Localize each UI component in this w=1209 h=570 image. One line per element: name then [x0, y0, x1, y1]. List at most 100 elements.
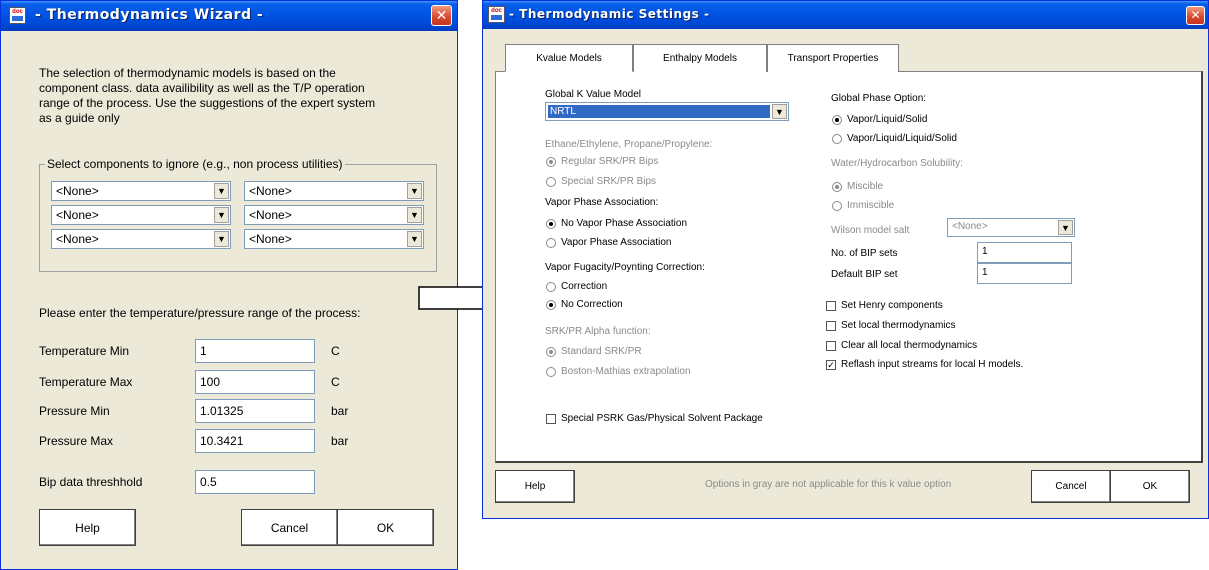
chevron-down-icon[interactable]: ▼ — [214, 231, 229, 247]
psrk-checkbox[interactable] — [546, 414, 556, 424]
ignore-combo-2[interactable]: <None> ▼ — [244, 181, 424, 201]
footer-note: Options in gray are not applicable for t… — [705, 479, 952, 490]
help-button[interactable]: Help — [39, 509, 136, 546]
pressure-min-unit: bar — [331, 404, 349, 418]
ignore-combo-5[interactable]: <None> ▼ — [51, 229, 231, 249]
temp-max-field[interactable]: 100 — [195, 370, 315, 394]
ignore-combo-4[interactable]: <None> ▼ — [244, 205, 424, 225]
global-k-combo[interactable]: NRTL ▼ — [545, 102, 789, 121]
chevron-down-icon[interactable]: ▼ — [214, 207, 229, 223]
temp-min-label: Temperature Min — [39, 344, 130, 358]
radio-boston-mathias[interactable] — [546, 367, 556, 377]
radio-regular-srk-pr-bips[interactable] — [546, 157, 556, 167]
tab-transport-properties[interactable]: Transport Properties — [767, 44, 899, 72]
close-icon[interactable]: ✕ — [431, 5, 452, 26]
boston-mathias-label: Boston-Mathias extrapolation — [561, 366, 691, 377]
ignore-combo-1[interactable]: <None> ▼ — [51, 181, 231, 201]
special-srk-pr-bips-label: Special SRK/PR Bips — [561, 176, 657, 187]
temp-max-label: Temperature Max — [39, 375, 133, 389]
correction-label: Correction — [561, 281, 608, 292]
settings-title: - Thermodynamic Settings - — [509, 7, 710, 21]
no-correction-label: No Correction — [561, 299, 623, 310]
intro-line-1: The selection of thermodynamic models is… — [39, 66, 336, 80]
miscible-label: Miscible — [847, 181, 884, 192]
vls-label: Vapor/Liquid/Solid — [847, 114, 928, 125]
wizard-title: - Thermodynamics Wizard - — [35, 7, 264, 23]
reflash-checkbox[interactable]: ✓ — [826, 360, 836, 370]
radio-special-srk-pr-bips[interactable] — [546, 177, 556, 187]
alpha-label: SRK/PR Alpha function: — [545, 326, 651, 337]
radio-miscible[interactable] — [832, 182, 842, 192]
ignore-combo-3[interactable]: <None> ▼ — [51, 205, 231, 225]
radio-correction[interactable] — [546, 282, 556, 292]
ignore-group-label: Select components to ignore (e.g., non p… — [45, 157, 345, 171]
bip-threshold-field[interactable]: 0.5 — [195, 470, 315, 494]
chevron-down-icon[interactable]: ▼ — [1058, 220, 1073, 235]
clear-local-checkbox[interactable] — [826, 341, 836, 351]
immiscible-label: Immiscible — [847, 200, 895, 211]
bip-threshold-label: Bip data threshhold — [39, 475, 143, 489]
radio-no-correction[interactable] — [546, 300, 556, 310]
local-thermo-checkbox[interactable] — [826, 321, 836, 331]
radio-vapor-liquid-solid[interactable] — [832, 115, 842, 125]
app-icon: doc — [9, 7, 26, 24]
temp-max-unit: C — [331, 375, 340, 389]
whs-label: Water/Hydrocarbon Solubility: — [831, 158, 963, 169]
wizard-titlebar[interactable]: doc - Thermodynamics Wizard - ✕ — [1, 1, 457, 31]
ignore-combo-6[interactable]: <None> ▼ — [244, 229, 424, 249]
clear-local-label: Clear all local thermodynamics — [841, 340, 978, 351]
bip-sets-label: No. of BIP sets — [831, 248, 898, 259]
settings-help-button[interactable]: Help — [495, 470, 575, 503]
temp-min-unit: C — [331, 344, 340, 358]
intro-line-3: range of the process. Use the suggestion… — [39, 96, 376, 110]
settings-ok-button[interactable]: OK — [1110, 470, 1190, 503]
pressure-min-field[interactable]: 1.01325 — [195, 399, 315, 423]
radio-immiscible[interactable] — [832, 201, 842, 211]
chevron-down-icon[interactable]: ▼ — [214, 183, 229, 199]
chevron-down-icon[interactable]: ▼ — [407, 231, 422, 247]
radio-vapor-phase-association[interactable] — [546, 238, 556, 248]
settings-cancel-button[interactable]: Cancel — [1031, 470, 1111, 503]
reflash-label: Reflash input streams for local H models… — [841, 359, 1024, 370]
wilson-salt-combo[interactable]: <None> ▼ — [947, 218, 1075, 237]
default-bip-field[interactable]: 1 — [977, 263, 1072, 284]
ok-button[interactable]: OK — [337, 509, 434, 546]
vpa-opt-label: Vapor Phase Association — [561, 237, 672, 248]
chevron-down-icon[interactable]: ▼ — [772, 104, 787, 119]
chevron-down-icon[interactable]: ▼ — [407, 207, 422, 223]
radio-standard-srk-pr[interactable] — [546, 347, 556, 357]
radio-vapor-liquid-liquid-solid[interactable] — [832, 134, 842, 144]
regular-srk-pr-bips-label: Regular SRK/PR Bips — [561, 156, 659, 167]
local-thermo-label: Set local thermodynamics — [841, 320, 956, 331]
thermodynamic-settings-window: doc - Thermodynamic Settings - ✕ Kvalue … — [482, 0, 1209, 519]
intro-line-2: component class. data availibility as we… — [39, 81, 365, 95]
pressure-max-label: Pressure Max — [39, 434, 114, 448]
settings-titlebar[interactable]: doc - Thermodynamic Settings - ✕ — [483, 1, 1208, 29]
vlls-label: Vapor/Liquid/Liquid/Solid — [847, 133, 957, 144]
range-prompt: Please enter the temperature/pressure ra… — [39, 306, 361, 320]
chevron-down-icon[interactable]: ▼ — [407, 183, 422, 199]
app-icon: doc — [488, 6, 505, 23]
wilson-label: Wilson model salt — [831, 225, 910, 236]
henry-checkbox[interactable] — [826, 301, 836, 311]
standard-srk-pr-label: Standard SRK/PR — [561, 346, 642, 357]
psrk-label: Special PSRK Gas/Physical Solvent Packag… — [561, 413, 763, 424]
henry-label: Set Henry components — [841, 300, 943, 311]
pressure-min-label: Pressure Min — [39, 404, 110, 418]
ethane-label: Ethane/Ethylene, Propane/Propylene: — [545, 139, 713, 150]
pressure-max-field[interactable]: 10.3421 — [195, 429, 315, 453]
default-bip-label: Default BIP set — [831, 269, 898, 280]
bip-sets-field[interactable]: 1 — [977, 242, 1072, 263]
tab-enthalpy-models[interactable]: Enthalpy Models — [633, 44, 767, 72]
gpo-label: Global Phase Option: — [831, 93, 927, 104]
vpa-label: Vapor Phase Association: — [545, 197, 659, 208]
tab-kvalue-models[interactable]: Kvalue Models — [505, 44, 633, 72]
thermodynamics-wizard-window: doc - Thermodynamics Wizard - ✕ The sele… — [0, 0, 458, 570]
cancel-button[interactable]: Cancel — [241, 509, 338, 546]
global-k-label: Global K Value Model — [545, 89, 641, 100]
pressure-max-unit: bar — [331, 434, 349, 448]
close-icon[interactable]: ✕ — [1186, 6, 1205, 25]
temp-min-field[interactable]: 1 — [195, 339, 315, 363]
intro-line-4: as a guide only — [39, 111, 120, 125]
radio-no-vapor-phase-association[interactable] — [546, 219, 556, 229]
